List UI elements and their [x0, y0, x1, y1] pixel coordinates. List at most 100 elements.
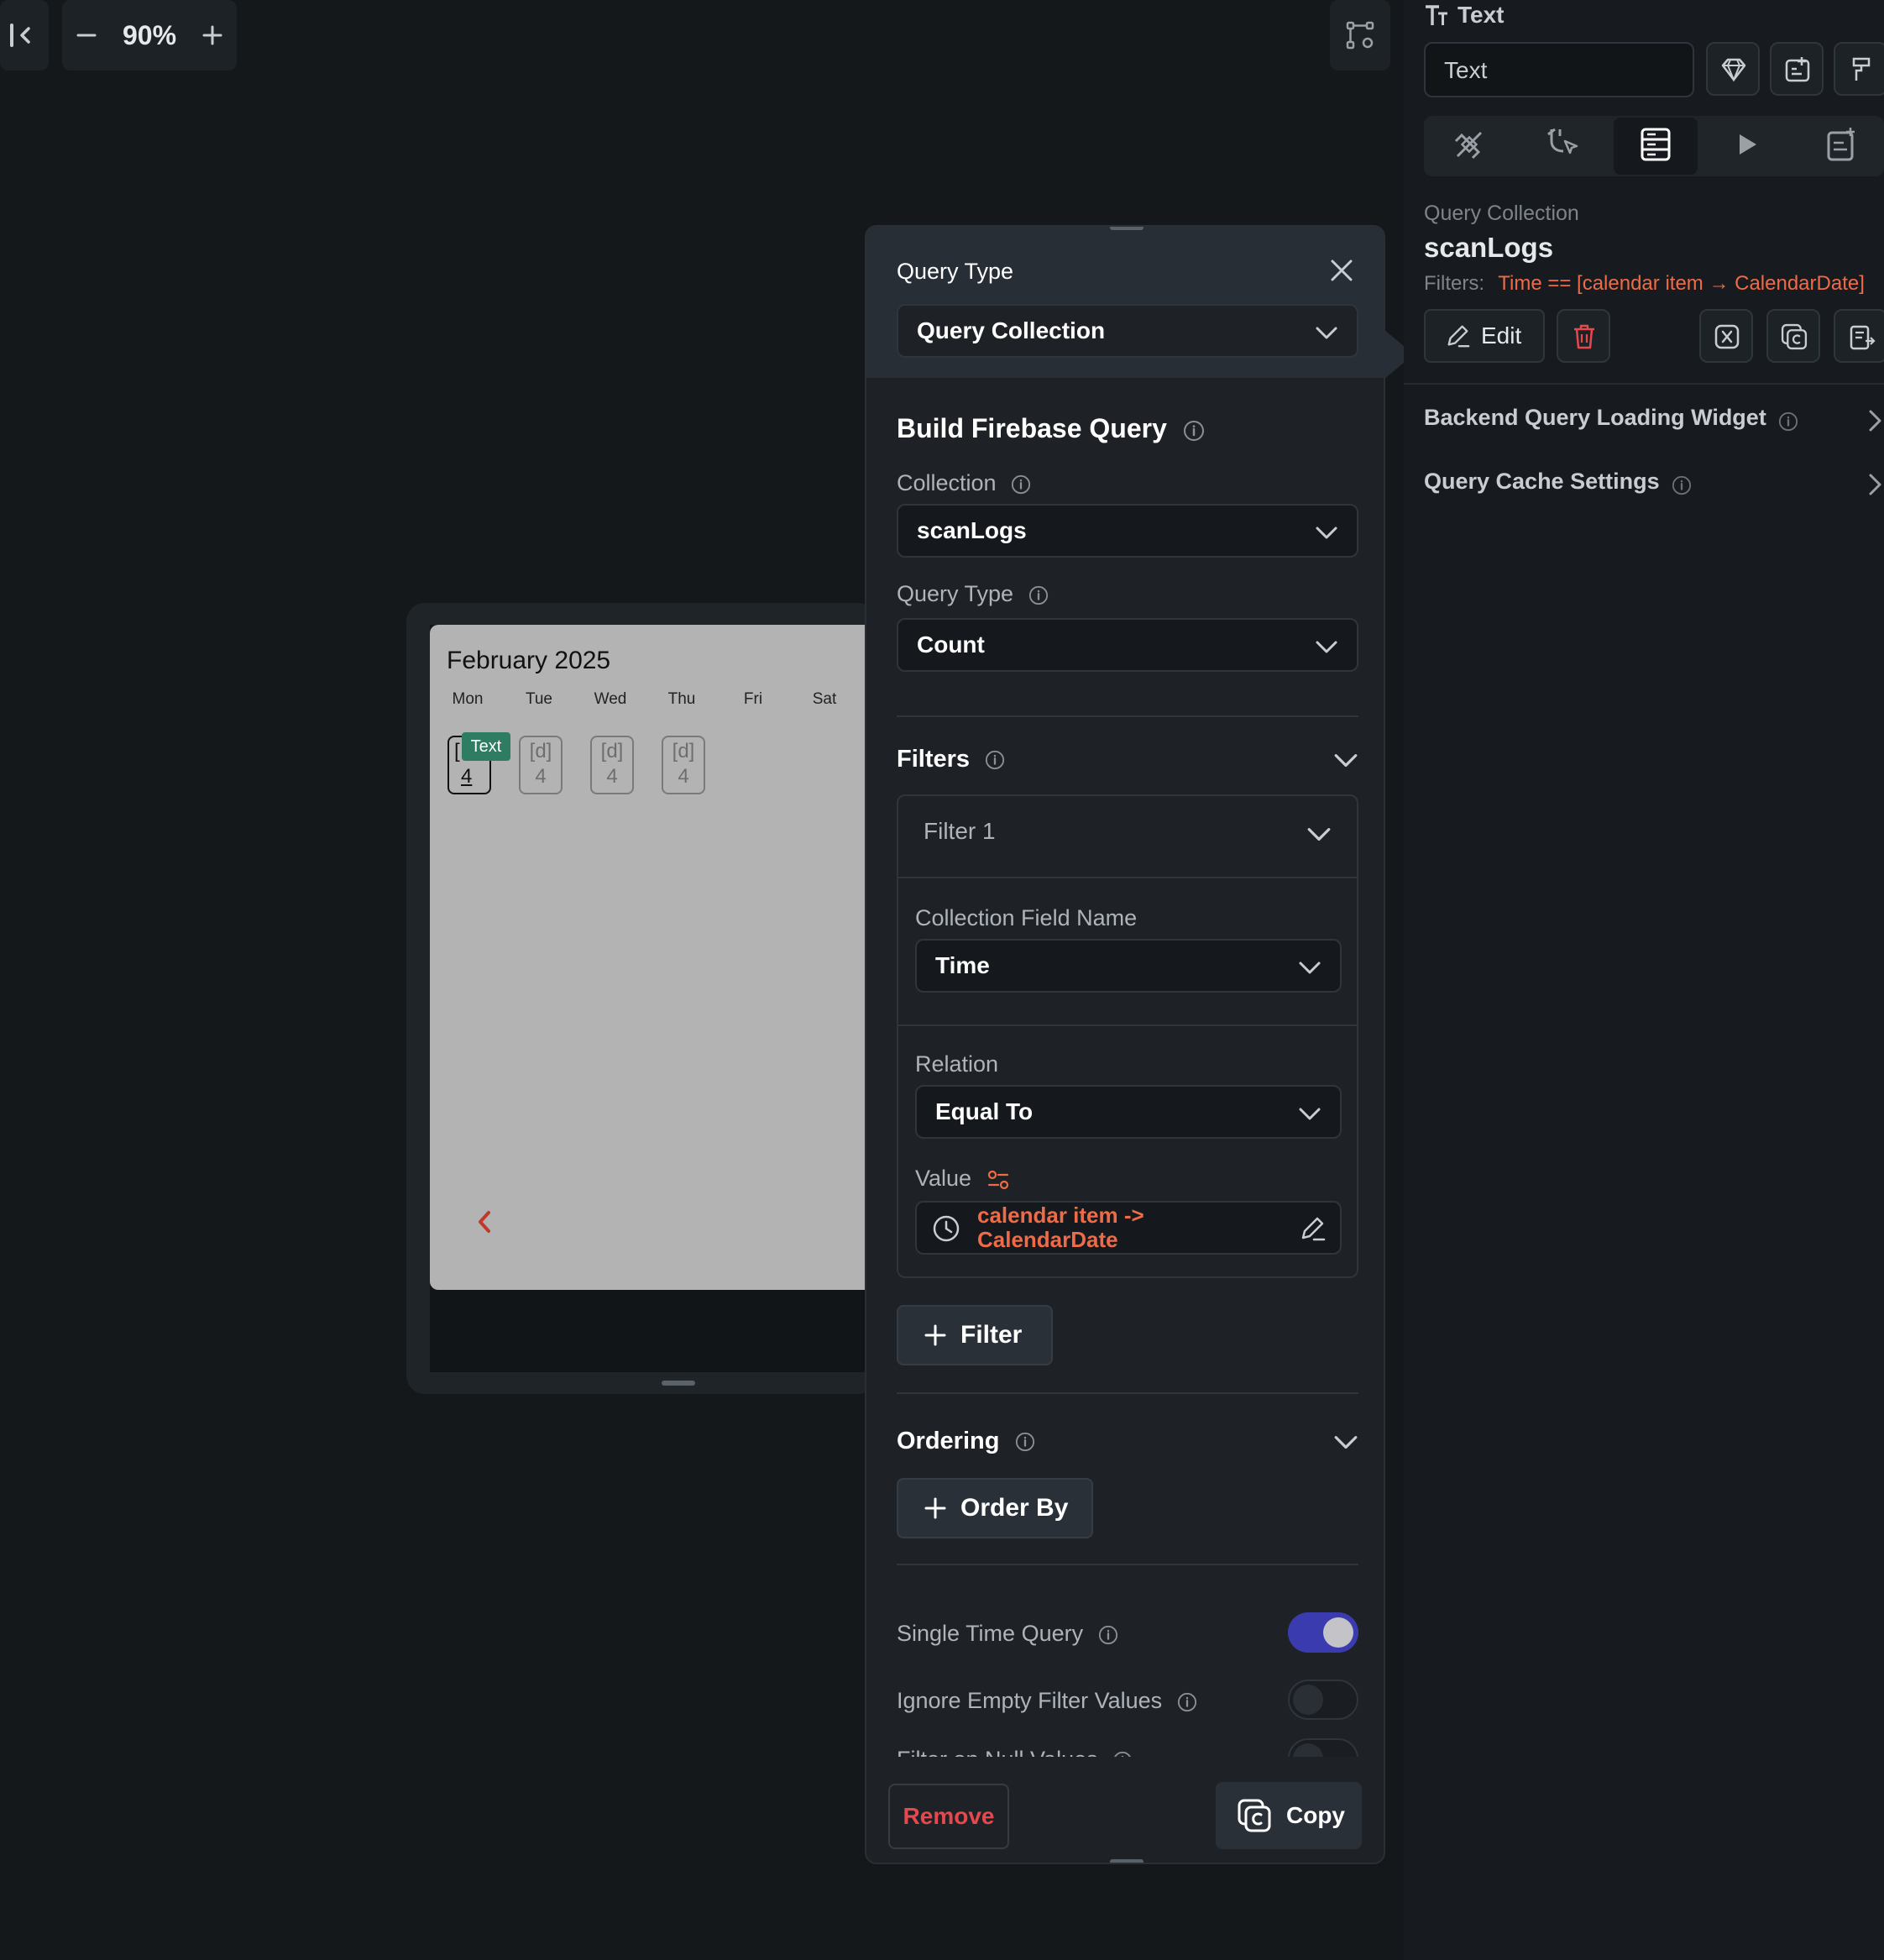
tab-properties[interactable] [1451, 126, 1488, 163]
zoom-out-button[interactable] [76, 24, 97, 46]
chevron-down-icon [1333, 747, 1358, 773]
theme-styles-button[interactable] [1834, 42, 1884, 96]
value-text: calendar item -> CalendarDate [977, 1203, 1144, 1252]
delete-query-button[interactable] [1557, 309, 1610, 363]
divider [898, 877, 1357, 878]
device-resize-handle[interactable] [662, 1381, 695, 1386]
tab-run[interactable] [1733, 131, 1760, 158]
day-cell-top: [d] [529, 740, 552, 763]
chevron-down-icon [1315, 321, 1338, 344]
close-modal-button[interactable] [1328, 257, 1355, 284]
copy-query-button[interactable] [1766, 309, 1820, 363]
modal-drag-handle-bottom[interactable] [1110, 1859, 1143, 1863]
single-time-query-toggle[interactable] [1288, 1612, 1358, 1653]
relation-select[interactable]: Equal To [915, 1085, 1342, 1139]
edit-value-button[interactable] [1298, 1214, 1327, 1243]
toggle-knob [1293, 1685, 1323, 1715]
backend-loading-widget-label: Backend Query Loading Widget [1424, 405, 1766, 430]
filters-section-header[interactable]: Filters [897, 746, 1005, 773]
collapse-panel-button[interactable] [0, 0, 49, 71]
day-cell-top: [d] [672, 740, 695, 763]
ignore-empty-label: Ignore Empty Filter Values [897, 1688, 1197, 1714]
field-name-select[interactable]: Time [915, 939, 1342, 993]
filter-1-toggle[interactable] [1306, 821, 1332, 846]
calendar-day-cell[interactable]: [d] 4 [519, 736, 563, 794]
day-cell-number: 4 [461, 765, 473, 788]
filters-collapse-toggle[interactable] [1333, 747, 1358, 773]
actions-icon [1545, 126, 1582, 163]
zoom-in-button[interactable] [201, 24, 223, 46]
tab-docs[interactable] [1824, 126, 1860, 163]
ordering-collapse-toggle[interactable] [1333, 1429, 1358, 1454]
tab-backend-query[interactable] [1637, 126, 1674, 163]
ordering-label: Ordering [897, 1428, 1000, 1454]
order-by-button[interactable]: Order By [897, 1478, 1093, 1538]
collection-value: scanLogs [917, 517, 1027, 543]
add-widget-button[interactable] [1770, 42, 1824, 96]
filters-prefix: Filters: [1424, 272, 1484, 295]
filter-null-row: Filter on Null Values [866, 1738, 1384, 1757]
modal-drag-handle-top[interactable] [1110, 227, 1143, 230]
ordering-section-header[interactable]: Ordering [897, 1428, 1035, 1455]
calendar-day-cell[interactable]: [d] 4 [590, 736, 634, 794]
brush-icon [1847, 55, 1876, 84]
backend-loading-widget-row[interactable]: Backend Query Loading Widget [1424, 405, 1884, 438]
info-icon [1098, 1625, 1118, 1645]
toggle-knob [1323, 1617, 1353, 1648]
value-text-line2: CalendarDate [977, 1227, 1118, 1252]
info-icon [1183, 420, 1205, 442]
calendar-day-cell[interactable]: [d] 4 [662, 736, 705, 794]
add-filter-button[interactable]: Filter [897, 1305, 1053, 1365]
collection-label-text: Collection [897, 470, 997, 495]
pencil-icon [1444, 322, 1471, 349]
filter-null-toggle[interactable] [1288, 1738, 1358, 1757]
variable-clear-icon [1713, 322, 1741, 351]
pencil-icon [1298, 1214, 1327, 1243]
remove-button[interactable]: Remove [888, 1784, 1009, 1849]
widget-tree-button[interactable] [1330, 0, 1390, 71]
paste-query-button[interactable] [1834, 309, 1884, 363]
collection-select[interactable]: scanLogs [897, 504, 1358, 558]
clock-icon [932, 1214, 960, 1243]
backend-query-icon [1637, 126, 1674, 163]
day-cell-number: 4 [606, 765, 618, 788]
minus-icon [76, 24, 97, 46]
widget-name-input[interactable]: Text [1424, 42, 1694, 97]
ignore-empty-text: Ignore Empty Filter Values [897, 1688, 1163, 1713]
close-icon [1328, 257, 1355, 284]
zoom-level: 90% [122, 19, 177, 50]
docs-icon [1824, 126, 1860, 163]
chevron-left-icon [475, 1209, 494, 1234]
clear-variable-button[interactable] [1699, 309, 1753, 363]
query-type-header-label: Query Type [897, 259, 1014, 284]
count-type-value: Count [917, 631, 985, 658]
info-icon [1011, 474, 1031, 495]
prev-month-button[interactable] [475, 1209, 494, 1234]
weekday-label: Thu [667, 690, 696, 708]
filters-label: Filters [897, 746, 971, 773]
copy-icon [1780, 322, 1808, 351]
copy-button[interactable]: Copy [1216, 1782, 1362, 1849]
count-type-select[interactable]: Count [897, 618, 1358, 672]
query-type-select[interactable]: Query Collection [897, 304, 1358, 358]
weekday-label: Sat [812, 690, 837, 708]
ignore-empty-toggle[interactable] [1288, 1680, 1358, 1720]
calendar-month-title: February 2025 [447, 647, 611, 674]
tab-actions[interactable] [1545, 126, 1582, 163]
chevron-down-icon [1315, 521, 1338, 544]
field-name-label: Collection Field Name [915, 905, 1138, 930]
value-text-line1: calendar item -> [977, 1203, 1144, 1228]
field-name-value: Time [935, 952, 990, 978]
query-type-label-text: Query Type [897, 581, 1014, 606]
query-cache-settings-row[interactable]: Query Cache Settings [1424, 469, 1884, 502]
single-time-query-label: Single Time Query [897, 1621, 1118, 1647]
filter-null-text: Filter on Null Values [897, 1747, 1098, 1757]
copy-icon [1236, 1797, 1273, 1834]
premium-button[interactable] [1706, 42, 1760, 96]
filter-1-title: Filter 1 [924, 818, 996, 844]
query-type-value: Query Collection [917, 317, 1106, 343]
edit-query-button[interactable]: Edit [1424, 309, 1545, 363]
value-field[interactable]: calendar item -> CalendarDate [915, 1201, 1342, 1255]
calendar-screen[interactable] [430, 625, 875, 1290]
variable-options-icon[interactable] [986, 1168, 1010, 1192]
